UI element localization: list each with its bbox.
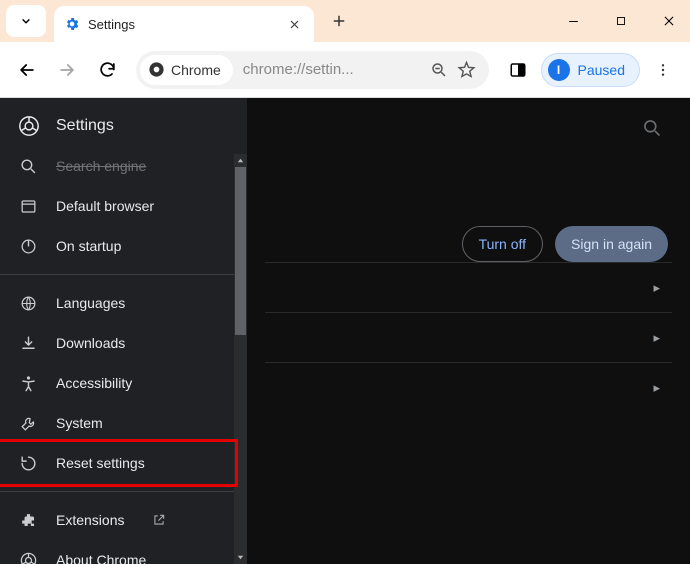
settings-row[interactable]: ▸ <box>265 262 672 312</box>
plus-icon <box>331 13 347 29</box>
reset-icon <box>18 453 38 473</box>
sidebar-item-default-browser[interactable]: Default browser <box>0 186 234 226</box>
arrow-right-icon <box>57 60 77 80</box>
sidebar-item-about-chrome[interactable]: About Chrome <box>0 540 234 564</box>
tab-close-button[interactable] <box>284 14 304 34</box>
device-toggle-button[interactable] <box>501 53 535 87</box>
sidebar-item-label: On startup <box>56 238 121 254</box>
sidebar-item-label: Downloads <box>56 335 125 351</box>
maximize-icon <box>615 15 627 27</box>
wrench-icon <box>18 413 38 433</box>
sidebar-item-label: Search engine <box>56 158 146 174</box>
minimize-icon <box>567 15 580 28</box>
sign-in-again-button[interactable]: Sign in again <box>555 226 668 262</box>
download-icon <box>18 333 38 353</box>
tab-bar: Settings <box>0 0 690 42</box>
minimize-button[interactable] <box>560 8 586 34</box>
sidebar-separator <box>0 491 234 492</box>
reload-button[interactable] <box>90 53 124 87</box>
chrome-icon <box>148 61 165 78</box>
external-link-icon <box>152 513 166 527</box>
site-chip[interactable]: Chrome <box>140 55 233 85</box>
sidebar-item-downloads[interactable]: Downloads <box>0 323 234 363</box>
action-row: Turn off Sign in again <box>265 226 668 262</box>
sidebar-item-on-startup[interactable]: On startup <box>0 226 234 266</box>
address-bar[interactable]: Chrome chrome://settin... <box>136 51 489 89</box>
sidebar-item-label: Languages <box>56 295 125 311</box>
tab-title: Settings <box>88 17 284 32</box>
sidebar-item-label: Extensions <box>56 512 124 528</box>
sidebar-item-label: Reset settings <box>56 455 145 471</box>
extension-icon <box>18 510 38 530</box>
sidebar-item-languages[interactable]: Languages <box>0 283 234 323</box>
search-icon <box>18 156 38 176</box>
window-controls <box>560 8 682 34</box>
settings-sidebar: Settings Search engine Default browser On … <box>0 98 247 564</box>
settings-row[interactable]: ▸ <box>265 362 672 412</box>
sidebar-header: Settings <box>0 98 247 154</box>
sidebar-item-label: System <box>56 415 103 431</box>
sidebar-item-label: About Chrome <box>56 552 146 564</box>
chrome-logo-icon <box>18 115 40 137</box>
zoom-button[interactable] <box>425 56 453 84</box>
sidebar-item-accessibility[interactable]: Accessibility <box>0 363 234 403</box>
profile-paused-chip[interactable]: I Paused <box>541 53 640 87</box>
accessibility-icon <box>18 373 38 393</box>
sidebar-item-label: Accessibility <box>56 375 132 391</box>
chrome-icon <box>18 550 38 564</box>
reload-icon <box>98 60 117 79</box>
sidebar-title: Settings <box>56 117 114 135</box>
url-text: chrome://settin... <box>243 61 425 78</box>
close-icon <box>289 19 300 30</box>
avatar: I <box>548 59 570 81</box>
settings-main: Turn off Sign in again ▸ ▸ ▸ <box>247 98 690 564</box>
turn-off-button[interactable]: Turn off <box>462 226 543 262</box>
search-icon <box>642 118 662 138</box>
close-icon <box>662 14 676 28</box>
settings-content: Settings Search engine Default browser On … <box>0 98 690 564</box>
chevron-right-icon: ▸ <box>653 380 660 396</box>
power-icon <box>18 236 38 256</box>
paused-label: Paused <box>578 62 625 78</box>
new-tab-button[interactable] <box>324 6 354 36</box>
sidebar-item-extensions[interactable]: Extensions <box>0 500 234 540</box>
close-window-button[interactable] <box>656 8 682 34</box>
browser-toolbar: Chrome chrome://settin... I Paused <box>0 42 690 98</box>
chevron-right-icon: ▸ <box>653 330 660 346</box>
star-icon <box>457 60 476 79</box>
sidebar-item-reset-settings[interactable]: Reset settings <box>0 443 234 483</box>
maximize-button[interactable] <box>608 8 634 34</box>
browser-icon <box>18 196 38 216</box>
sidebar-item-search-engine[interactable]: Search engine <box>0 154 234 186</box>
chrome-menu-button[interactable] <box>646 53 680 87</box>
tab-search-dropdown[interactable] <box>6 5 46 37</box>
device-icon <box>509 61 527 79</box>
browser-tab[interactable]: Settings <box>54 6 314 42</box>
gear-icon <box>64 16 80 32</box>
search-settings-button[interactable] <box>638 114 666 142</box>
site-chip-label: Chrome <box>171 62 221 78</box>
sidebar-item-label: Default browser <box>56 198 154 214</box>
bookmark-button[interactable] <box>453 56 481 84</box>
sidebar-separator <box>0 274 234 275</box>
sidebar-item-system[interactable]: System <box>0 403 234 443</box>
globe-icon <box>18 293 38 313</box>
back-button[interactable] <box>10 53 44 87</box>
zoom-icon <box>430 61 448 79</box>
forward-button[interactable] <box>50 53 84 87</box>
settings-row[interactable]: ▸ <box>265 312 672 362</box>
chevron-right-icon: ▸ <box>653 280 660 296</box>
more-vertical-icon <box>655 62 671 78</box>
arrow-left-icon <box>17 60 37 80</box>
chevron-down-icon <box>19 14 33 28</box>
